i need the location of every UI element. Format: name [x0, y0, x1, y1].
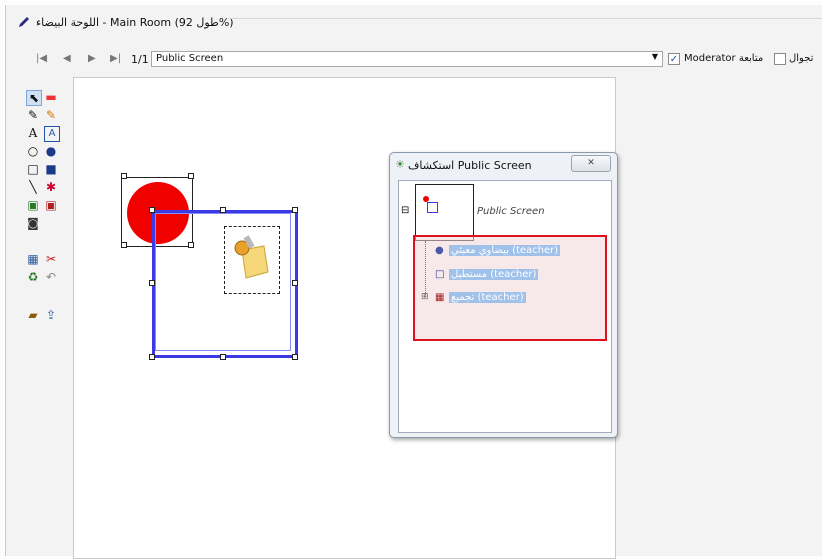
- text-icon[interactable]: A: [26, 126, 40, 140]
- magic-wand-icon[interactable]: ✱: [44, 180, 58, 194]
- screen-select[interactable]: Public Screen ▼: [151, 51, 663, 67]
- pen-icon[interactable]: ✎: [26, 108, 40, 122]
- recycle-icon[interactable]: ♻: [26, 270, 40, 284]
- pin-note-icon[interactable]: [230, 234, 272, 282]
- ellipse-icon: ●: [435, 245, 444, 256]
- close-icon: ✕: [587, 158, 595, 168]
- circle-filled-icon[interactable]: ●: [44, 144, 58, 158]
- eraser-icon[interactable]: ▬: [44, 90, 58, 104]
- chevron-down-icon: ▼: [651, 52, 658, 61]
- export-icon[interactable]: ⇪: [44, 308, 58, 322]
- navigation-bar: |◀ ◀ ▶ ▶| 1/1 Public Screen ▼ ✓ Moderato…: [6, 49, 822, 71]
- snapshot-icon[interactable]: ▦: [26, 252, 40, 266]
- square-filled-icon[interactable]: ■: [44, 162, 58, 176]
- select-icon[interactable]: ⬉: [26, 90, 42, 106]
- tree-connector: [425, 241, 427, 297]
- resize-handle[interactable]: [292, 280, 298, 286]
- camera-icon[interactable]: ◙: [26, 216, 40, 230]
- resize-handle[interactable]: [188, 173, 194, 179]
- dialog-icon: ☀: [395, 158, 405, 171]
- resize-handle[interactable]: [149, 207, 155, 213]
- whiteboard-window: اللوحة البيضاء - Main Room (طول 92%) |◀ …: [5, 5, 822, 559]
- text-box-icon[interactable]: A: [44, 126, 60, 142]
- tour-label: تجوال: [789, 53, 814, 64]
- title-divider: [228, 18, 822, 19]
- title-bar: اللوحة البيضاء - Main Room (طول 92%): [6, 5, 822, 39]
- tour-checkbox[interactable]: [774, 53, 786, 65]
- image-icon[interactable]: ▣: [26, 198, 40, 212]
- resize-handle[interactable]: [292, 354, 298, 360]
- next-page-icon[interactable]: ▶: [88, 53, 96, 64]
- last-page-icon[interactable]: ▶|: [110, 53, 121, 64]
- first-page-icon[interactable]: |◀: [36, 53, 47, 64]
- resize-handle[interactable]: [220, 207, 226, 213]
- tree-item-ellipse[interactable]: بيضاوي معبئي (teacher): [449, 245, 561, 256]
- resize-handle[interactable]: [121, 242, 127, 248]
- line-icon[interactable]: ╲: [26, 180, 40, 194]
- delete-icon[interactable]: ✂: [44, 252, 58, 266]
- window-title: اللوحة البيضاء - Main Room (طول 92%): [36, 15, 234, 29]
- moderator-checkbox[interactable]: ✓: [668, 53, 680, 65]
- screen-thumbnail: [415, 184, 474, 241]
- tree-item-group[interactable]: تجميع (teacher): [449, 292, 526, 303]
- explorer-dialog: ☀ استكشاف Public Screen ✕ ⊟ Public Scree…: [389, 152, 618, 438]
- moderator-label: Moderator متابعة: [684, 53, 764, 64]
- expand-icon[interactable]: ⊟: [401, 205, 409, 216]
- thumbnail-blue-rect: [427, 202, 438, 213]
- folder-icon[interactable]: ▰: [26, 308, 40, 322]
- square-outline-icon[interactable]: □: [26, 162, 40, 176]
- resize-handle[interactable]: [149, 354, 155, 360]
- resize-handle[interactable]: [292, 207, 298, 213]
- explorer-tree: ⊟ Public Screen ● بيضاوي معبئي (teacher)…: [398, 180, 612, 433]
- tree-root-label[interactable]: Public Screen: [477, 206, 545, 217]
- resize-handle[interactable]: [188, 242, 194, 248]
- page-number: 1/1: [131, 53, 149, 66]
- pencil-icon: [19, 17, 29, 27]
- circle-outline-icon[interactable]: ○: [26, 144, 40, 158]
- close-button[interactable]: ✕: [571, 155, 611, 172]
- screen-select-value: Public Screen: [156, 53, 224, 64]
- group-icon: ▦: [435, 292, 445, 303]
- tree-item-rectangle[interactable]: مستطيل (teacher): [449, 269, 539, 280]
- highlighter-icon[interactable]: ✎: [44, 108, 58, 122]
- rectangle-icon: □: [435, 269, 445, 280]
- prev-page-icon[interactable]: ◀: [63, 53, 71, 64]
- image-insert-icon[interactable]: ▣: [44, 198, 58, 212]
- undo-icon[interactable]: ↶: [44, 270, 58, 284]
- expand-icon[interactable]: ⊞: [421, 292, 429, 302]
- resize-handle[interactable]: [121, 173, 127, 179]
- resize-handle[interactable]: [149, 280, 155, 286]
- resize-handle[interactable]: [220, 354, 226, 360]
- dialog-title: استكشاف Public Screen: [408, 159, 532, 172]
